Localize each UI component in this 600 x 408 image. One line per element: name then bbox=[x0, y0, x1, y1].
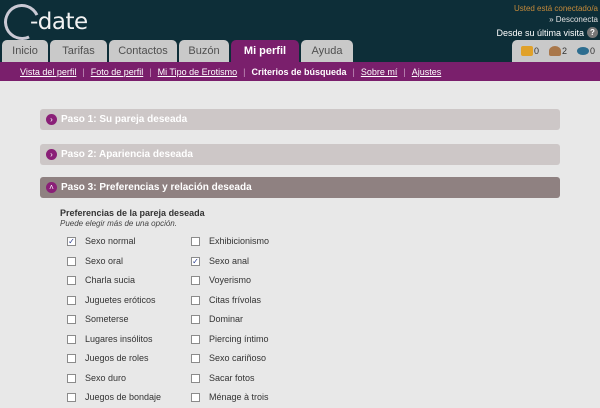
checkbox[interactable] bbox=[67, 256, 76, 266]
option-label: Piercing íntimo bbox=[209, 334, 269, 344]
option-someterse[interactable]: Someterse bbox=[67, 314, 129, 324]
option-piercing-intimo[interactable]: Piercing íntimo bbox=[191, 334, 269, 344]
preferences-title: Preferencias de la pareja deseada bbox=[60, 208, 205, 218]
option-sacar-fotos[interactable]: Sacar fotos bbox=[191, 373, 255, 383]
checkbox[interactable] bbox=[67, 334, 76, 344]
logout-link[interactable]: » Desconecta bbox=[338, 14, 598, 26]
option-juguetes-eroticos[interactable]: Juguetes eróticos bbox=[67, 295, 156, 305]
option-juegos-de-roles[interactable]: Juegos de roles bbox=[67, 353, 149, 363]
users-count: 2 bbox=[561, 46, 567, 56]
mail-icon bbox=[520, 46, 533, 56]
option-label: Sexo oral bbox=[85, 256, 124, 266]
subnav-criterios-de-busqueda[interactable]: Criterios de búsqueda bbox=[251, 67, 346, 77]
panel-paso-2[interactable]: › Paso 2: Apariencia deseada bbox=[40, 144, 560, 165]
tab-contactos[interactable]: Contactos bbox=[109, 40, 177, 62]
help-icon[interactable]: ? bbox=[587, 27, 598, 38]
option-lugares-insolitos[interactable]: Lugares insólitos bbox=[67, 334, 153, 344]
option-sexo-normal[interactable]: ✓ Sexo normal bbox=[67, 236, 136, 246]
option-voyerismo[interactable]: Voyerismo bbox=[191, 275, 251, 285]
option-juegos-de-bondaje[interactable]: Juegos de bondaje bbox=[67, 392, 161, 402]
eye-icon bbox=[576, 47, 589, 55]
option-sexo-oral[interactable]: Sexo oral bbox=[67, 256, 123, 266]
checkbox[interactable] bbox=[67, 353, 76, 363]
c-date-logo[interactable]: -date bbox=[0, 0, 94, 46]
tab-inicio[interactable]: Inicio bbox=[2, 40, 48, 62]
session-info: Usted está conectado/a » Desconecta bbox=[338, 4, 598, 26]
option-label: Sacar fotos bbox=[209, 373, 255, 383]
option-label: Someterse bbox=[85, 314, 129, 324]
option-label: Ménage à trois bbox=[209, 392, 269, 402]
last-visit: Desde su última visita ? bbox=[496, 27, 598, 38]
option-label: Juegos de roles bbox=[85, 353, 149, 363]
panel-title: Paso 2: Apariencia deseada bbox=[61, 149, 193, 160]
option-label: Juguetes eróticos bbox=[85, 295, 156, 305]
profile-subnav: Vista del perfil | Foto de perfil | Mi T… bbox=[0, 62, 600, 81]
option-label: Voyerismo bbox=[209, 275, 252, 285]
chevron-right-icon: › bbox=[46, 114, 57, 125]
checkbox[interactable]: ✓ bbox=[191, 256, 200, 266]
tab-ayuda[interactable]: Ayuda bbox=[301, 40, 353, 62]
option-menage-a-trois[interactable]: Ménage à trois bbox=[191, 392, 269, 402]
panel-title: Paso 3: Preferencias y relación deseada bbox=[61, 182, 252, 193]
option-label: Exhibicionismo bbox=[209, 236, 270, 246]
checkbox[interactable] bbox=[191, 275, 200, 285]
checkbox[interactable] bbox=[191, 295, 200, 305]
option-label: Dominar bbox=[209, 314, 244, 324]
notification-bar: 0 2 0 bbox=[512, 40, 600, 62]
session-status: Usted está conectado/a bbox=[513, 4, 598, 13]
logo-text: -date bbox=[30, 9, 88, 35]
option-label: Sexo duro bbox=[85, 373, 127, 383]
option-sexo-anal[interactable]: ✓ Sexo anal bbox=[191, 256, 249, 266]
option-dominar[interactable]: Dominar bbox=[191, 314, 243, 324]
panel-paso-3[interactable]: ˄ Paso 3: Preferencias y relación desead… bbox=[40, 177, 560, 198]
chevron-right-icon: › bbox=[46, 149, 57, 160]
option-label: Sexo cariñoso bbox=[209, 353, 267, 363]
option-label: Charla sucia bbox=[85, 275, 136, 285]
checkbox[interactable] bbox=[67, 295, 76, 305]
tab-tarifas[interactable]: Tarifas bbox=[50, 40, 107, 62]
tab-mi-perfil[interactable]: Mi perfil bbox=[231, 40, 299, 62]
users-icon bbox=[548, 46, 561, 56]
subnav-ajustes[interactable]: Ajustes bbox=[412, 67, 442, 77]
option-charla-sucia[interactable]: Charla sucia bbox=[67, 275, 135, 285]
panel-paso-1[interactable]: › Paso 1: Su pareja deseada bbox=[40, 109, 560, 130]
option-label: Lugares insólitos bbox=[85, 334, 153, 344]
main-tabs: Inicio Tarifas Contactos Buzón Mi perfil… bbox=[2, 40, 353, 62]
option-label: Sexo normal bbox=[85, 236, 136, 246]
visits-count: 0 bbox=[589, 46, 595, 56]
preferences-subtitle: Puede elegir más de una opción. bbox=[60, 219, 177, 228]
mail-notification[interactable]: 0 bbox=[520, 46, 539, 56]
last-visit-label: Desde su última visita bbox=[496, 27, 584, 38]
option-citas-frivolas[interactable]: Citas frívolas bbox=[191, 295, 261, 305]
option-sexo-duro[interactable]: Sexo duro bbox=[67, 373, 126, 383]
option-label: Citas frívolas bbox=[209, 295, 262, 305]
chevron-up-icon: ˄ bbox=[46, 182, 57, 193]
subnav-sobre-mi[interactable]: Sobre mí bbox=[361, 67, 398, 77]
tab-buzon[interactable]: Buzón bbox=[179, 40, 229, 62]
checkbox[interactable] bbox=[67, 275, 76, 285]
option-label: Juegos de bondaje bbox=[85, 392, 162, 402]
option-sexo-carinoso[interactable]: Sexo cariñoso bbox=[191, 353, 266, 363]
checkbox[interactable] bbox=[67, 392, 76, 402]
checkbox[interactable]: ✓ bbox=[67, 236, 76, 246]
checkbox[interactable] bbox=[191, 334, 200, 344]
checkbox[interactable] bbox=[191, 373, 200, 383]
checkbox[interactable] bbox=[191, 392, 200, 402]
checkbox[interactable] bbox=[191, 353, 200, 363]
subnav-mi-tipo-de-erotismo[interactable]: Mi Tipo de Erotismo bbox=[158, 67, 238, 77]
option-label: Sexo anal bbox=[209, 256, 250, 266]
checkbox[interactable] bbox=[191, 236, 200, 246]
subnav-vista-del-perfil[interactable]: Vista del perfil bbox=[20, 67, 76, 77]
checkbox[interactable] bbox=[191, 314, 200, 324]
mail-count: 0 bbox=[533, 46, 539, 56]
users-notification[interactable]: 2 bbox=[548, 46, 567, 56]
option-exhibicionismo[interactable]: Exhibicionismo bbox=[191, 236, 269, 246]
subnav-foto-de-perfil[interactable]: Foto de perfil bbox=[91, 67, 144, 77]
panel-title: Paso 1: Su pareja deseada bbox=[61, 114, 188, 125]
top-bar: -date Usted está conectado/a » Desconect… bbox=[0, 0, 600, 62]
visits-notification[interactable]: 0 bbox=[576, 46, 595, 56]
checkbox[interactable] bbox=[67, 314, 76, 324]
checkbox[interactable] bbox=[67, 373, 76, 383]
